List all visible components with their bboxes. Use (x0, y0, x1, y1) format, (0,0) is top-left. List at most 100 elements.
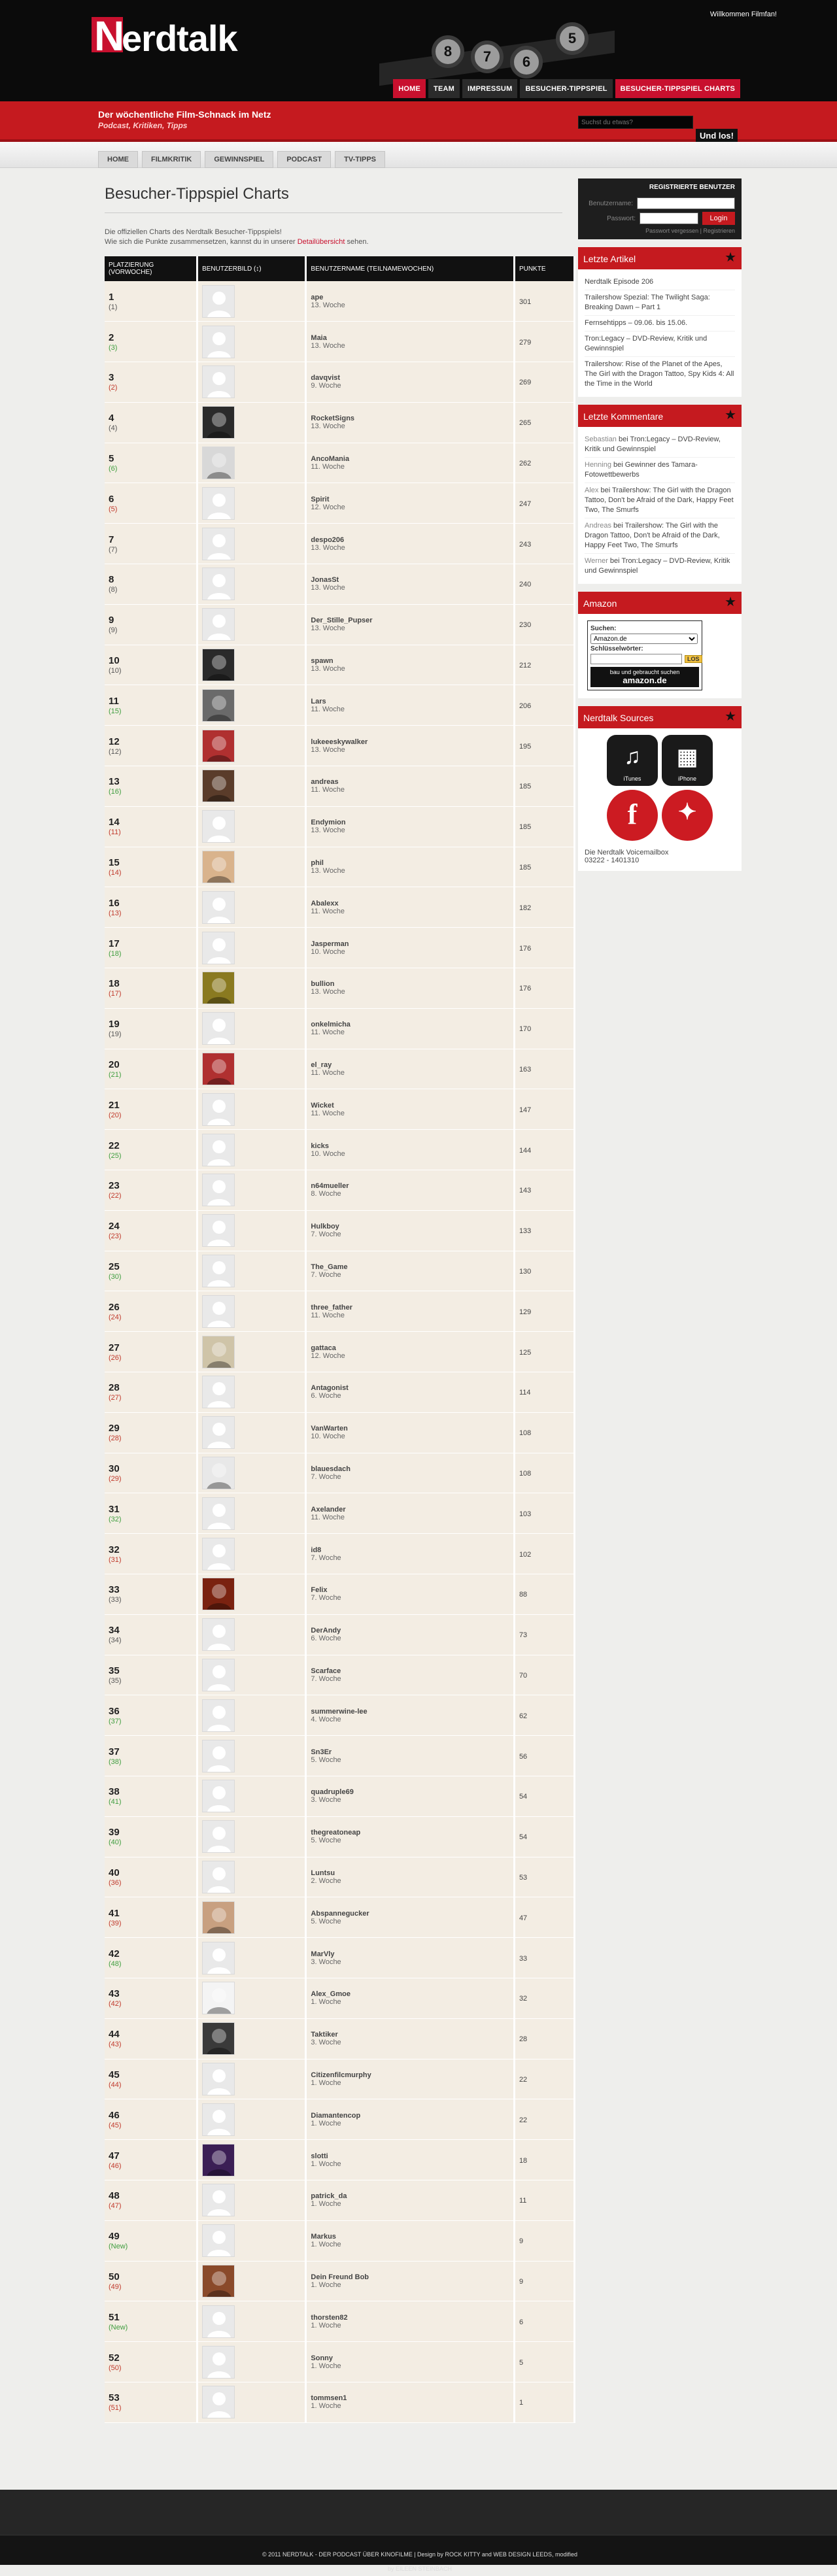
avatar[interactable] (202, 1941, 235, 1974)
username-link[interactable]: Lars (311, 698, 509, 705)
amazon-store-select[interactable]: Amazon.de (590, 634, 698, 644)
avatar[interactable] (202, 406, 235, 439)
username-link[interactable]: bullion (311, 980, 509, 988)
avatar[interactable] (202, 851, 235, 884)
username-link[interactable]: ape (311, 294, 509, 301)
avatar[interactable] (202, 1335, 235, 1368)
subnav-tv-tipps[interactable]: TV-Tipps (335, 151, 386, 168)
avatar[interactable] (202, 1780, 235, 1813)
nav-home[interactable]: Home (393, 79, 426, 98)
subnav-filmkritik[interactable]: Filmkritik (142, 151, 201, 168)
avatar[interactable] (202, 1860, 235, 1893)
avatar[interactable] (202, 1578, 235, 1611)
username-link[interactable]: Der_Stille_Pupser (311, 617, 509, 624)
avatar[interactable] (202, 2022, 235, 2056)
username-link[interactable]: onkelmicha (311, 1021, 509, 1028)
avatar[interactable] (202, 1658, 235, 1691)
search-button[interactable]: Und los! (696, 129, 738, 142)
avatar[interactable] (202, 284, 235, 318)
avatar[interactable] (202, 1699, 235, 1732)
username-link[interactable]: JonasSt (311, 576, 509, 584)
avatar[interactable] (202, 1012, 235, 1045)
nav-impressum[interactable]: Impressum (462, 79, 518, 98)
avatar[interactable] (202, 365, 235, 399)
username-link[interactable]: Markus (311, 2233, 509, 2241)
username-link[interactable]: RocketSigns (311, 415, 509, 422)
avatar[interactable] (202, 486, 235, 520)
avatar[interactable] (202, 2305, 235, 2338)
avatar[interactable] (202, 447, 235, 480)
username-link[interactable]: andreas (311, 778, 509, 786)
avatar[interactable] (202, 2143, 235, 2177)
nav-team[interactable]: Team (428, 79, 460, 98)
avatar[interactable] (202, 608, 235, 641)
username-link[interactable]: Abalexx (311, 900, 509, 907)
avatar[interactable] (202, 1053, 235, 1086)
username-link[interactable]: n64mueller (311, 1182, 509, 1190)
username-link[interactable]: Sn3Er (311, 1748, 509, 1756)
username-link[interactable]: lukeeeskywalker (311, 738, 509, 746)
article-link[interactable]: Nerdtalk Episode 206 (585, 275, 735, 290)
search-input[interactable] (578, 116, 693, 129)
nav-tippspiel[interactable]: Besucher-Tippspiel (520, 79, 613, 98)
login-links[interactable]: Passwort vergessen | Registrieren (585, 228, 735, 234)
avatar[interactable] (202, 568, 235, 601)
avatar[interactable] (202, 770, 235, 803)
avatar[interactable] (202, 2386, 235, 2419)
avatar[interactable] (202, 1901, 235, 1934)
avatar[interactable] (202, 1537, 235, 1570)
username-link[interactable]: tommsen1 (311, 2394, 509, 2402)
avatar[interactable] (202, 1618, 235, 1652)
username-link[interactable]: The_Game (311, 1263, 509, 1271)
username-link[interactable]: blauesdach (311, 1465, 509, 1473)
avatar[interactable] (202, 890, 235, 924)
username-link[interactable]: thorsten82 (311, 2314, 509, 2322)
username-link[interactable]: MarVly (311, 1950, 509, 1958)
username-link[interactable]: DerAndy (311, 1627, 509, 1635)
amazon-keywords-input[interactable] (590, 654, 682, 664)
username-link[interactable]: Hulkboy (311, 1223, 509, 1230)
username-link[interactable]: Antagonist (311, 1384, 509, 1392)
username-link[interactable]: thegreatoneap (311, 1829, 509, 1837)
username-link[interactable]: Wicket (311, 1102, 509, 1110)
avatar[interactable] (202, 2224, 235, 2258)
username-link[interactable]: Scarface (311, 1667, 509, 1675)
avatar[interactable] (202, 972, 235, 1005)
username-link[interactable]: slotti (311, 2152, 509, 2160)
site-logo[interactable]: N erdtalk (92, 12, 288, 59)
username-link[interactable]: Diamantencop (311, 2112, 509, 2120)
login-button[interactable]: Login (702, 212, 735, 225)
avatar[interactable] (202, 1093, 235, 1126)
twitter-icon[interactable]: ✦ (662, 790, 713, 841)
username-link[interactable]: Alex_Gmoe (311, 1990, 509, 1998)
avatar[interactable] (202, 2184, 235, 2217)
username-link[interactable]: three_father (311, 1304, 509, 1312)
avatar[interactable] (202, 1174, 235, 1207)
avatar[interactable] (202, 325, 235, 358)
username-link[interactable]: AncoMania (311, 455, 509, 463)
username-link[interactable]: Taktiker (311, 2031, 509, 2039)
username-link[interactable]: spawn (311, 657, 509, 665)
article-link[interactable]: Trailershow: Rise of the Planet of the A… (585, 357, 735, 392)
amazon-brand[interactable]: bau und gebraucht suchen amazon.de (590, 667, 699, 687)
subnav-gewinnspiel[interactable]: Gewinnspiel (205, 151, 274, 168)
username-link[interactable]: Luntsu (311, 1869, 509, 1877)
comment-author[interactable]: Alex (585, 486, 598, 494)
avatar[interactable] (202, 1497, 235, 1530)
comment-author[interactable]: Sebastian (585, 435, 617, 443)
article-link[interactable]: Trailershow Spezial: The Twilight Saga: … (585, 290, 735, 316)
comment-author[interactable]: Andreas (585, 522, 611, 530)
column-header-avatar[interactable]: Benutzerbild (↕) (197, 256, 307, 281)
username-link[interactable]: el_ray (311, 1061, 509, 1069)
iphone-icon[interactable]: ▦ iPhone (662, 735, 713, 786)
article-link[interactable]: Tron:Legacy – DVD-Review, Kritik und Gew… (585, 331, 735, 357)
avatar[interactable] (202, 810, 235, 843)
username-link[interactable]: Axelander (311, 1506, 509, 1514)
avatar[interactable] (202, 1295, 235, 1328)
username-link[interactable]: kicks (311, 1142, 509, 1150)
comment-author[interactable]: Henning (585, 461, 611, 469)
avatar[interactable] (202, 1376, 235, 1409)
subnav-home[interactable]: Home (98, 151, 138, 168)
username-link[interactable]: VanWarten (311, 1425, 509, 1432)
avatar[interactable] (202, 1255, 235, 1288)
